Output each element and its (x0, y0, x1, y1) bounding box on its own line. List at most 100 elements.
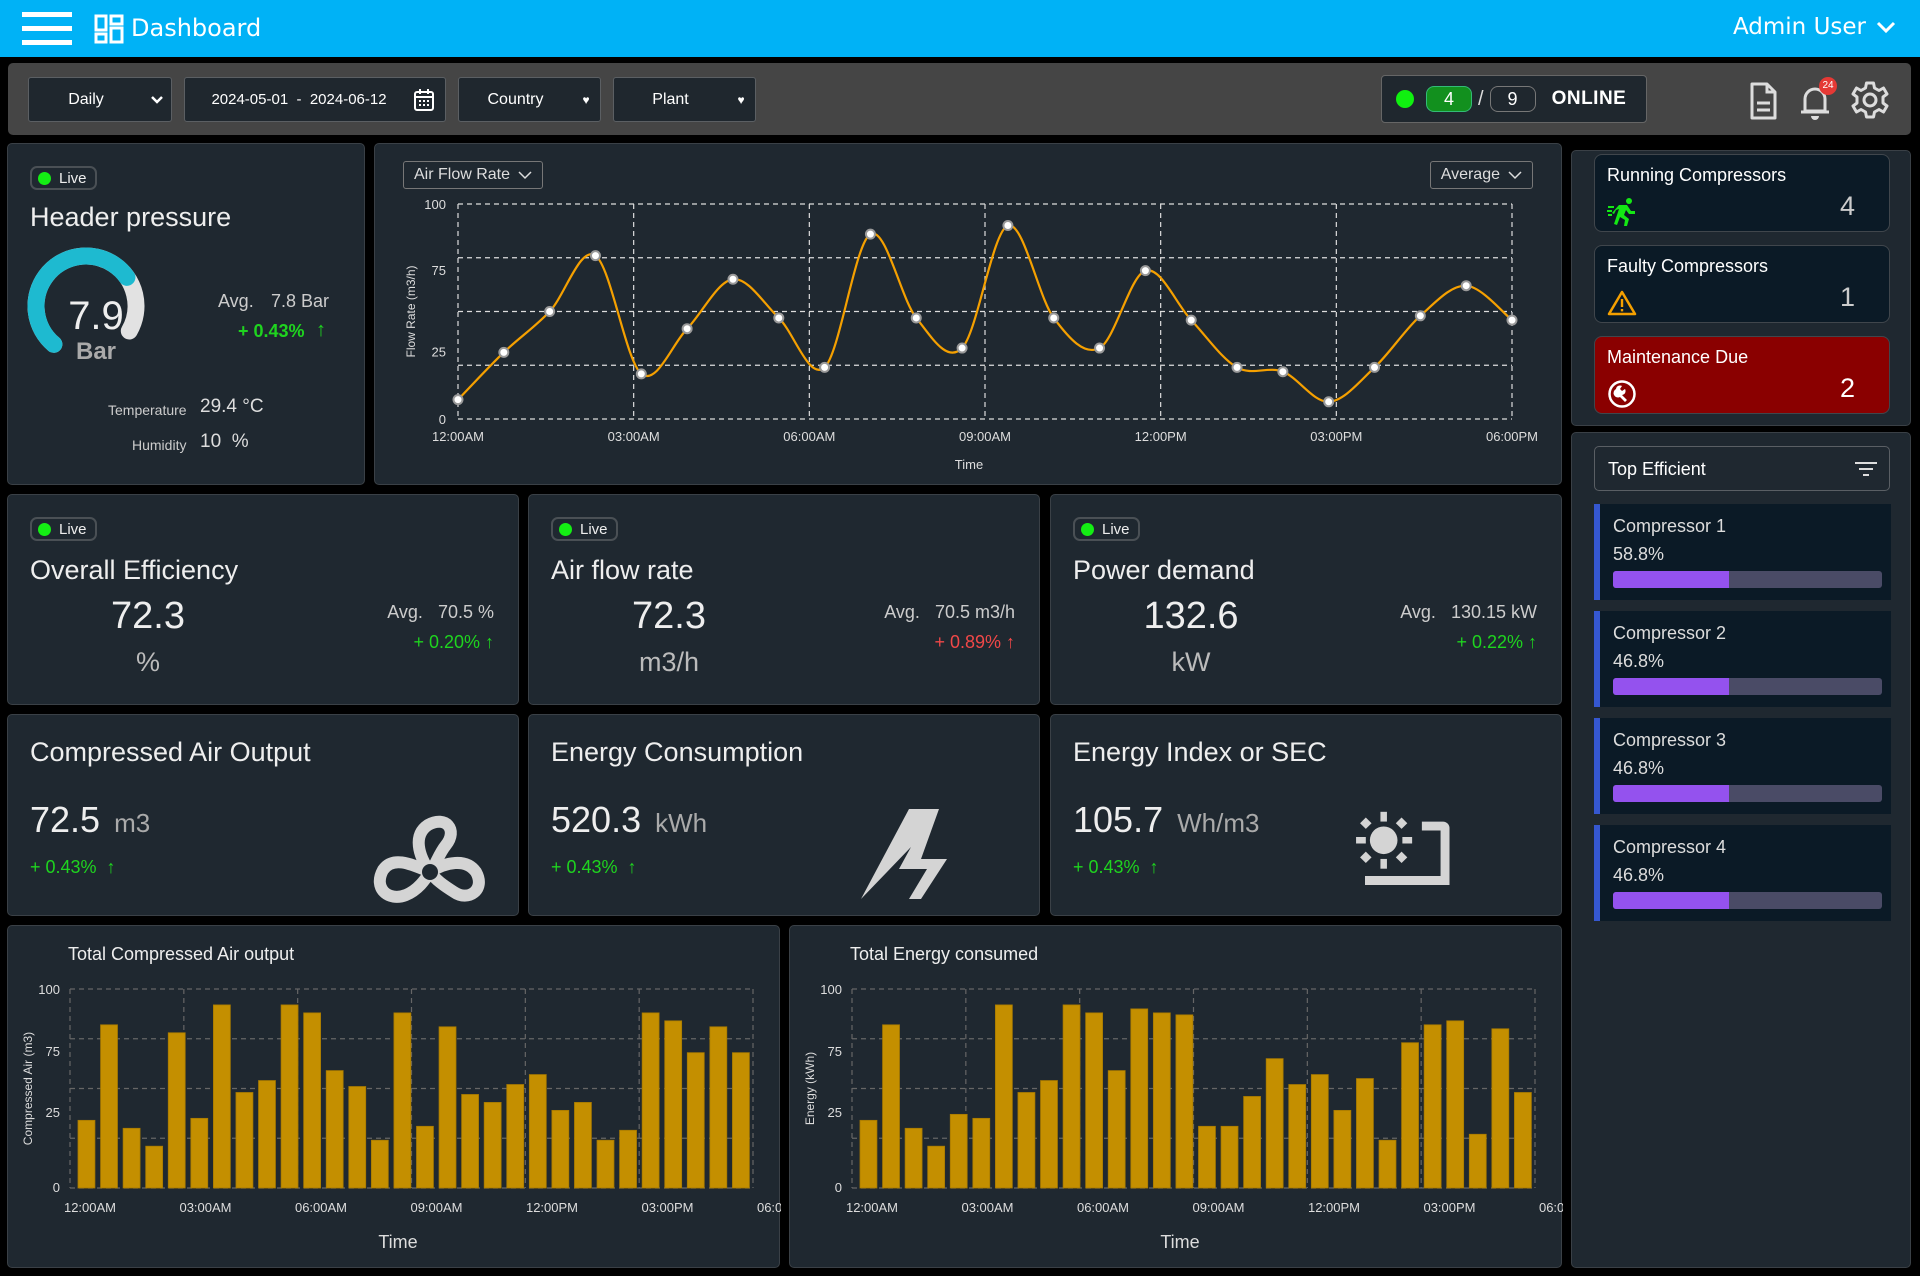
data-point (1231, 361, 1243, 373)
bar (904, 1127, 923, 1189)
card-title: Header pressure (30, 202, 232, 232)
fan-icon (373, 815, 485, 903)
kpi-unit: % (135, 647, 160, 677)
report-document-icon[interactable] (1745, 81, 1781, 121)
bar (393, 1012, 412, 1189)
y-tick-label: 25 (46, 1105, 60, 1120)
x-tick-label: 06:00PM (1486, 429, 1538, 444)
kpi-avg: Avg. 70.5 % (387, 602, 494, 623)
x-tick-label: 03:00AM (179, 1200, 231, 1215)
settings-gear-icon[interactable] (1850, 79, 1890, 121)
compressor-name: Compressor 2 (1613, 623, 1727, 643)
arrow-up-icon: ↑ (316, 319, 326, 341)
efficiency-bar (1613, 571, 1882, 588)
faulty-compressors-card[interactable]: Faulty Compressors 1 (1594, 245, 1890, 323)
online-dot-icon (1396, 90, 1414, 108)
period-select[interactable]: Daily (28, 77, 172, 122)
avg-value: 7.8 Bar (271, 291, 330, 311)
top-app-bar: Dashboard Admin User (0, 0, 1920, 57)
efficiency-bar-fill (1613, 571, 1729, 588)
compressor-status-panel: Running Compressors 4 Faulty Compressors… (1571, 150, 1911, 426)
x-tick-label: 09:00AM (1192, 1200, 1244, 1215)
card-title: Overall Efficiency (30, 555, 239, 585)
total-change: + 0.43% ↑ (1073, 857, 1159, 877)
country-select[interactable]: Country ♥ (458, 77, 601, 122)
x-tick-label: 12:00AM (432, 429, 484, 444)
bar (972, 1117, 991, 1189)
compressor-name: Compressor 3 (1613, 730, 1727, 750)
bar (100, 1024, 118, 1189)
bar (235, 1092, 254, 1189)
maintenance-due-card[interactable]: Maintenance Due 2 (1594, 336, 1890, 414)
x-axis-label: Time (1160, 1232, 1199, 1252)
plant-select[interactable]: Plant ♥ (613, 77, 756, 122)
notification-bell-button[interactable]: 24 (1797, 77, 1837, 121)
power-demand-card: Live Power demand 132.6 kW Avg. 130.15 k… (1050, 494, 1562, 705)
total-value: 105.7 Wh/m3 (1073, 799, 1259, 841)
y-axis-label: Compressed Air (m3) (21, 1032, 35, 1145)
efficiency-item[interactable]: Compressor 1 58.8% (1594, 504, 1891, 600)
y-tick-label: 0 (835, 1180, 842, 1195)
bar (167, 1032, 186, 1189)
live-dot-icon (38, 171, 51, 185)
wrench-icon (1608, 380, 1636, 408)
bar (190, 1117, 209, 1189)
humidity-label: Humidity (132, 437, 187, 453)
x-tick-label: 12:00PM (526, 1200, 578, 1215)
kpi-avg: Avg. 130.15 kW (1400, 602, 1537, 623)
efficiency-bar (1613, 678, 1882, 695)
top-efficient-title: Top Efficient (1608, 459, 1706, 479)
hamburger-menu-icon[interactable] (22, 12, 72, 46)
pressure-unit: Bar (75, 338, 117, 365)
bar (1107, 1070, 1126, 1189)
bar (882, 1024, 900, 1189)
data-point (635, 368, 647, 380)
bar (1220, 1125, 1239, 1189)
app-title: Dashboard (131, 14, 262, 42)
bar (732, 1052, 750, 1189)
maintenance-title: Maintenance Due (1607, 347, 1749, 367)
efficiency-bar (1613, 785, 1882, 802)
online-status-widget: 4 / 9 ONLINE (1381, 75, 1647, 123)
efficiency-item[interactable]: Compressor 3 46.8% (1594, 718, 1891, 814)
filter-icon[interactable] (1855, 461, 1877, 477)
card-title: Compressed Air Output (30, 737, 311, 767)
live-label: Live (59, 169, 87, 187)
efficiency-item[interactable]: Compressor 2 46.8% (1594, 611, 1891, 707)
bar (1288, 1084, 1307, 1189)
data-point (1048, 312, 1060, 324)
live-indicator: Live (30, 166, 97, 190)
running-compressors-card[interactable]: Running Compressors 4 (1594, 154, 1890, 232)
bar (348, 1086, 367, 1189)
bar (664, 1020, 683, 1189)
top-efficient-header[interactable]: Top Efficient (1594, 446, 1890, 491)
efficiency-item[interactable]: Compressor 4 46.8% (1594, 825, 1891, 921)
country-value: Country (487, 90, 544, 108)
bar (528, 1074, 547, 1189)
data-point (819, 361, 831, 373)
chart-title: Total Compressed Air output (68, 944, 294, 964)
date-range-picker[interactable]: 2024-05-01 - 2024-06-12 (184, 77, 446, 122)
avg-label: Avg. (218, 291, 254, 311)
energy-consumption-card: Energy Consumption 520.3 kWh + 0.43% ↑ (528, 714, 1040, 916)
y-tick-label: 0 (439, 412, 446, 427)
bar (1378, 1139, 1397, 1189)
top-efficient-panel: Top Efficient Compressor 1 58.8% Compres… (1571, 432, 1911, 1268)
x-tick-label: 06:00AM (1077, 1200, 1129, 1215)
data-point (1506, 314, 1518, 326)
bar (303, 1012, 321, 1189)
bar (1130, 1008, 1149, 1189)
x-tick-label: 03:00AM (608, 429, 660, 444)
y-axis-label: Flow Rate (m3/h) (404, 265, 418, 357)
data-point (727, 273, 739, 285)
bar (927, 1145, 946, 1189)
x-tick-label: 06:00AM (783, 429, 835, 444)
total-number: 520.3 (551, 799, 642, 840)
data-point (1139, 265, 1151, 277)
efficiency-bar (1613, 892, 1882, 909)
user-menu[interactable]: Admin User (1733, 14, 1896, 40)
data-point (956, 342, 968, 354)
faulty-count: 1 (1839, 282, 1855, 312)
bar (438, 1026, 457, 1189)
chevron-down-icon: ♥ (582, 92, 590, 107)
